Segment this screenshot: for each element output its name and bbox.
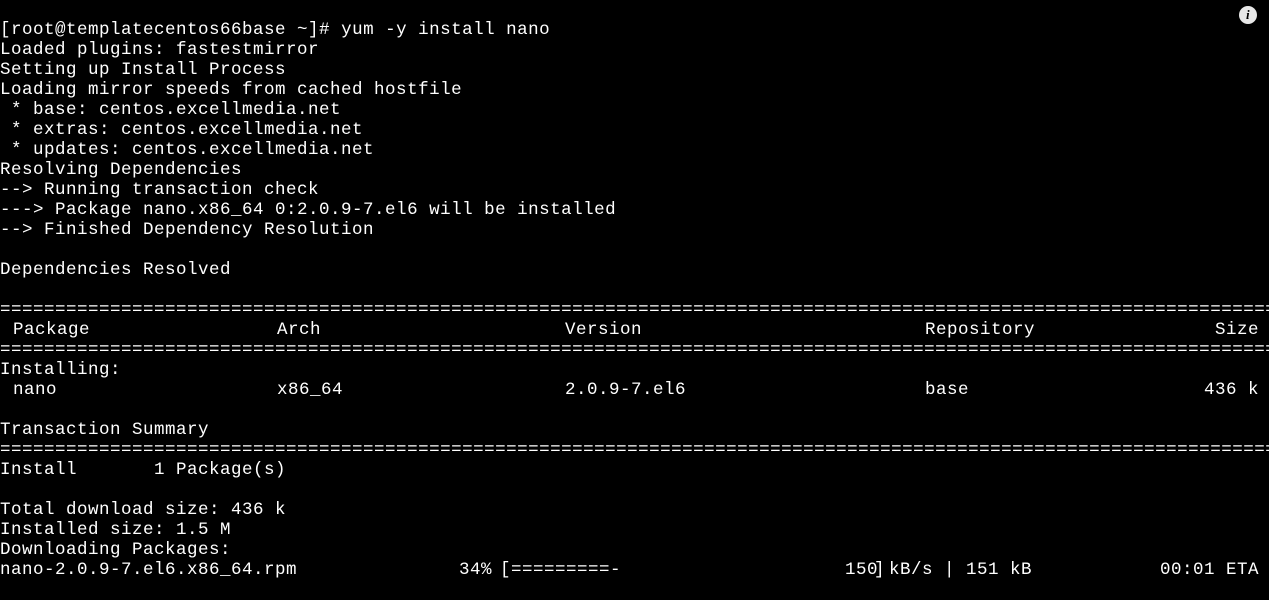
downloading-label: Downloading Packages: (0, 540, 231, 560)
output-line: Setting up Install Process (0, 60, 286, 80)
info-icon[interactable]: i (1239, 6, 1257, 24)
cell-version: 2.0.9-7.el6 (565, 380, 925, 400)
download-percent: 34% (430, 560, 500, 580)
download-speed: 150 kB/s | 151 kB (845, 560, 1149, 580)
installed-size: Installed size: 1.5 M (0, 520, 231, 540)
cell-size: 436 k (1180, 380, 1269, 400)
download-eta: 00:01 ETA (1149, 560, 1269, 580)
output-line: * base: centos.excellmedia.net (0, 100, 341, 120)
cell-repository: base (925, 380, 1180, 400)
shell-prompt: [root@templatecentos66base ~]# (0, 20, 341, 40)
divider-rule: ========================================… (0, 440, 1269, 460)
col-version: Version (565, 320, 925, 340)
table-row: nanox86_642.0.9-7.el6base436 k (0, 380, 1269, 400)
output-line: Loaded plugins: fastestmirror (0, 40, 319, 60)
col-arch: Arch (277, 320, 565, 340)
output-line: --> Finished Dependency Resolution (0, 220, 374, 240)
download-progress-bar: [=========- ] (500, 560, 845, 580)
output-line: * updates: centos.excellmedia.net (0, 140, 374, 160)
terminal-output: [root@templatecentos66base ~]# yum -y in… (0, 0, 1269, 600)
divider-rule: ========================================… (0, 300, 1269, 320)
cell-arch: x86_64 (277, 380, 565, 400)
output-line: * extras: centos.excellmedia.net (0, 120, 363, 140)
total-download-size: Total download size: 436 k (0, 500, 286, 520)
output-line: --> Running transaction check (0, 180, 319, 200)
shell-command: yum -y install nano (341, 20, 550, 40)
download-progress-row: nano-2.0.9-7.el6.x86_64.rpm34%[=========… (0, 560, 1269, 580)
installing-label: Installing: (0, 360, 121, 380)
cell-package: nano (0, 380, 277, 400)
col-repository: Repository (925, 320, 1180, 340)
output-line: Loading mirror speeds from cached hostfi… (0, 80, 462, 100)
col-package: Package (0, 320, 277, 340)
download-filename: nano-2.0.9-7.el6.x86_64.rpm (0, 560, 430, 580)
install-count-line: Install 1 Package(s) (0, 460, 286, 480)
divider-rule: ========================================… (0, 340, 1269, 360)
table-header-row: PackageArchVersionRepositorySize (0, 320, 1269, 340)
col-size: Size (1180, 320, 1269, 340)
output-line: ---> Package nano.x86_64 0:2.0.9-7.el6 w… (0, 200, 616, 220)
output-line: Dependencies Resolved (0, 260, 231, 280)
transaction-summary-label: Transaction Summary (0, 420, 209, 440)
output-line: Resolving Dependencies (0, 160, 242, 180)
